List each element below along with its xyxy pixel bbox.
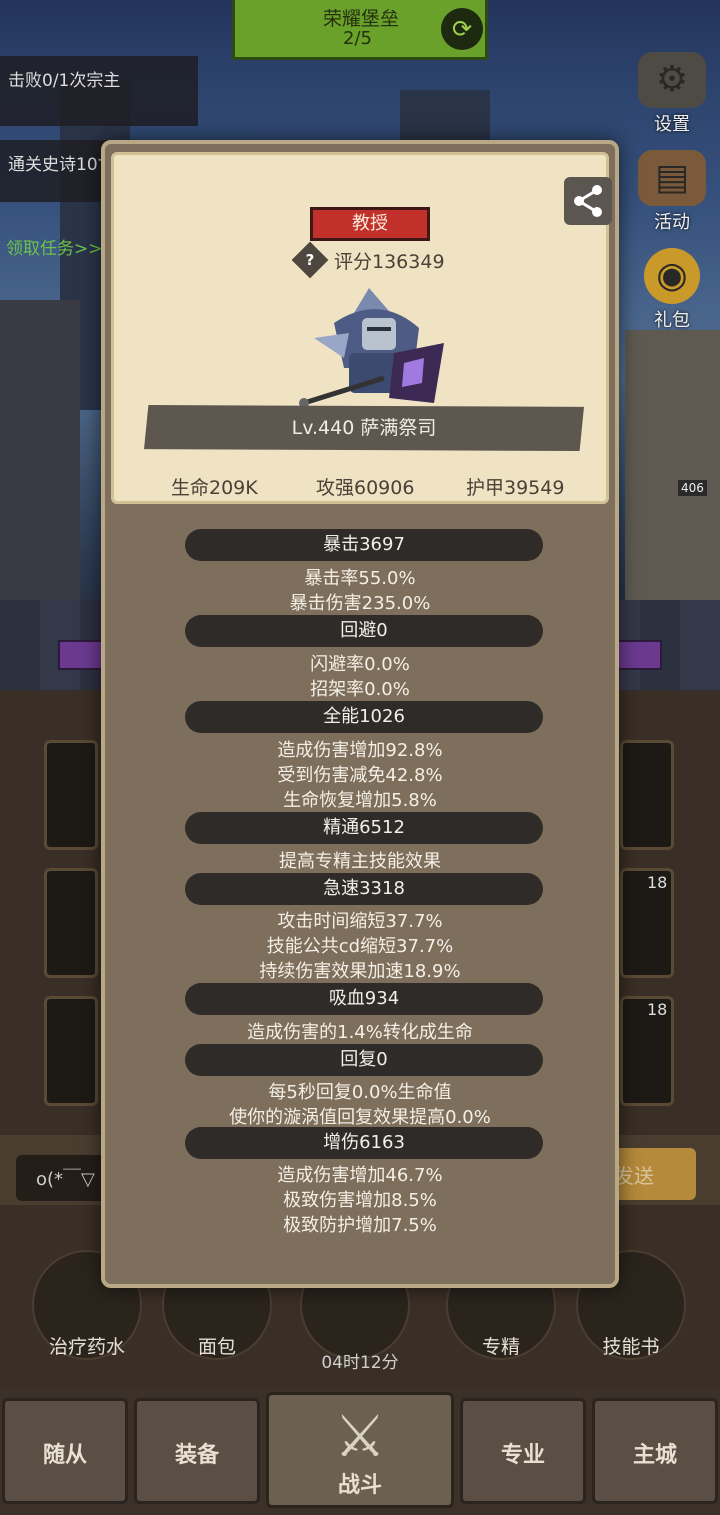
hp-stat: 生命209K	[171, 477, 258, 499]
settings-label: 设置	[654, 114, 690, 135]
item-label: 专精	[481, 1336, 520, 1358]
countdown-timer: 04时12分	[321, 1353, 399, 1373]
activity-label: 活动	[654, 212, 690, 233]
stat-line: 生命恢复增加5.8%	[283, 790, 437, 811]
stat-header-damage-bonus: 增伤6163	[185, 1127, 543, 1159]
item-label: 治疗药水	[48, 1336, 125, 1358]
rank-badge: 教授	[310, 207, 430, 241]
stat-header-crit: 暴击3697	[185, 529, 543, 561]
crossed-swords-icon: ⚔	[334, 1402, 386, 1470]
nav-equipment[interactable]: 装备	[134, 1398, 260, 1504]
hero-summary-card: 教授 ? 评分136349 Lv.440 萨满祭司 生命209K 攻强60906…	[111, 152, 612, 504]
dark-creature	[0, 300, 80, 620]
stat-header-lifesteal: 吸血934	[185, 983, 543, 1015]
stat-line: 闪避率0.0%	[310, 654, 410, 675]
nav-followers[interactable]: 随从	[2, 1398, 128, 1504]
stat-line: 暴击伤害235.0%	[289, 593, 431, 614]
score-help-icon[interactable]: ?	[291, 241, 329, 279]
dungeon-progress-banner[interactable]: 荣耀堡垒 2/5 ⟳	[232, 0, 488, 60]
refresh-icon[interactable]: ⟳	[441, 8, 483, 50]
attack-stat: 攻强60906	[316, 477, 415, 499]
stat-header-regen: 回复0	[185, 1044, 543, 1076]
equipment-slot[interactable]	[620, 740, 674, 850]
equipment-slot[interactable]	[44, 740, 98, 850]
quest-text: 击败0/1次宗主	[8, 71, 121, 91]
stat-line: 攻击时间缩短37.7%	[277, 911, 443, 932]
stat-header-avoidance: 回避0	[185, 615, 543, 647]
stat-line: 使你的漩涡值回复效果提高0.0%	[229, 1107, 491, 1128]
armor-stat: 护甲39549	[466, 477, 565, 499]
hero-name-bar: Lv.440 萨满祭司	[144, 405, 584, 451]
nav-profession[interactable]: 专业	[460, 1398, 586, 1504]
stat-line: 造成伤害的1.4%转化成生命	[247, 1022, 473, 1043]
equipment-slot[interactable]	[44, 996, 98, 1106]
stat-line: 造成伤害增加46.7%	[277, 1165, 443, 1186]
claim-quest-link[interactable]: 领取任务>>	[6, 234, 103, 259]
stat-line: 极致伤害增加8.5%	[283, 1190, 437, 1211]
level-tag: 406	[678, 480, 707, 496]
hero-stats-modal: 教授 ? 评分136349 Lv.440 萨满祭司 生命209K 攻强60906…	[101, 140, 619, 1288]
item-label: 技能书	[602, 1336, 660, 1358]
activity-button[interactable]: ▤ 活动	[632, 150, 712, 233]
settings-button[interactable]: ⚙ 设置	[632, 52, 712, 135]
stat-line: 每5秒回复0.0%生命值	[268, 1082, 452, 1103]
gear-icon: ⚙	[638, 52, 706, 108]
slot-count-badge: 18	[647, 873, 668, 892]
stat-line: 提高专精主技能效果	[279, 851, 441, 872]
shaman-hero-portrait	[299, 288, 444, 408]
dungeon-progress: 2/5	[343, 28, 372, 49]
scroll-icon: ▤	[638, 150, 706, 206]
item-label: 面包	[197, 1336, 236, 1358]
stat-line: 极致防护增加7.5%	[283, 1215, 437, 1236]
stat-line: 持续伤害效果加速18.9%	[259, 961, 461, 982]
gift-coin-icon: ◉	[644, 248, 700, 304]
share-icon	[574, 185, 602, 217]
stat-line: 招架率0.0%	[310, 679, 410, 700]
stat-line: 技能公共cd缩短37.7%	[266, 936, 454, 957]
stat-line: 受到伤害减免42.8%	[277, 765, 443, 786]
stat-header-versatility: 全能1026	[185, 701, 543, 733]
stat-line: 造成伤害增加92.8%	[277, 740, 443, 761]
equipment-slot[interactable]	[44, 868, 98, 978]
statue	[625, 330, 720, 610]
hero-score: 评分136349	[334, 251, 445, 273]
stat-header-haste: 急速3318	[185, 873, 543, 905]
gift-label: 礼包	[654, 310, 690, 331]
stat-header-mastery: 精通6512	[185, 812, 543, 844]
slot-count-badge: 18	[647, 1000, 668, 1019]
nav-city[interactable]: 主城	[592, 1398, 718, 1504]
dungeon-title: 荣耀堡垒	[323, 8, 400, 30]
share-button[interactable]	[564, 177, 612, 225]
stat-line: 暴击率55.0%	[304, 568, 416, 589]
quest-item[interactable]: 击败0/1次宗主	[0, 56, 198, 126]
gift-button[interactable]: ◉ 礼包	[632, 248, 712, 331]
